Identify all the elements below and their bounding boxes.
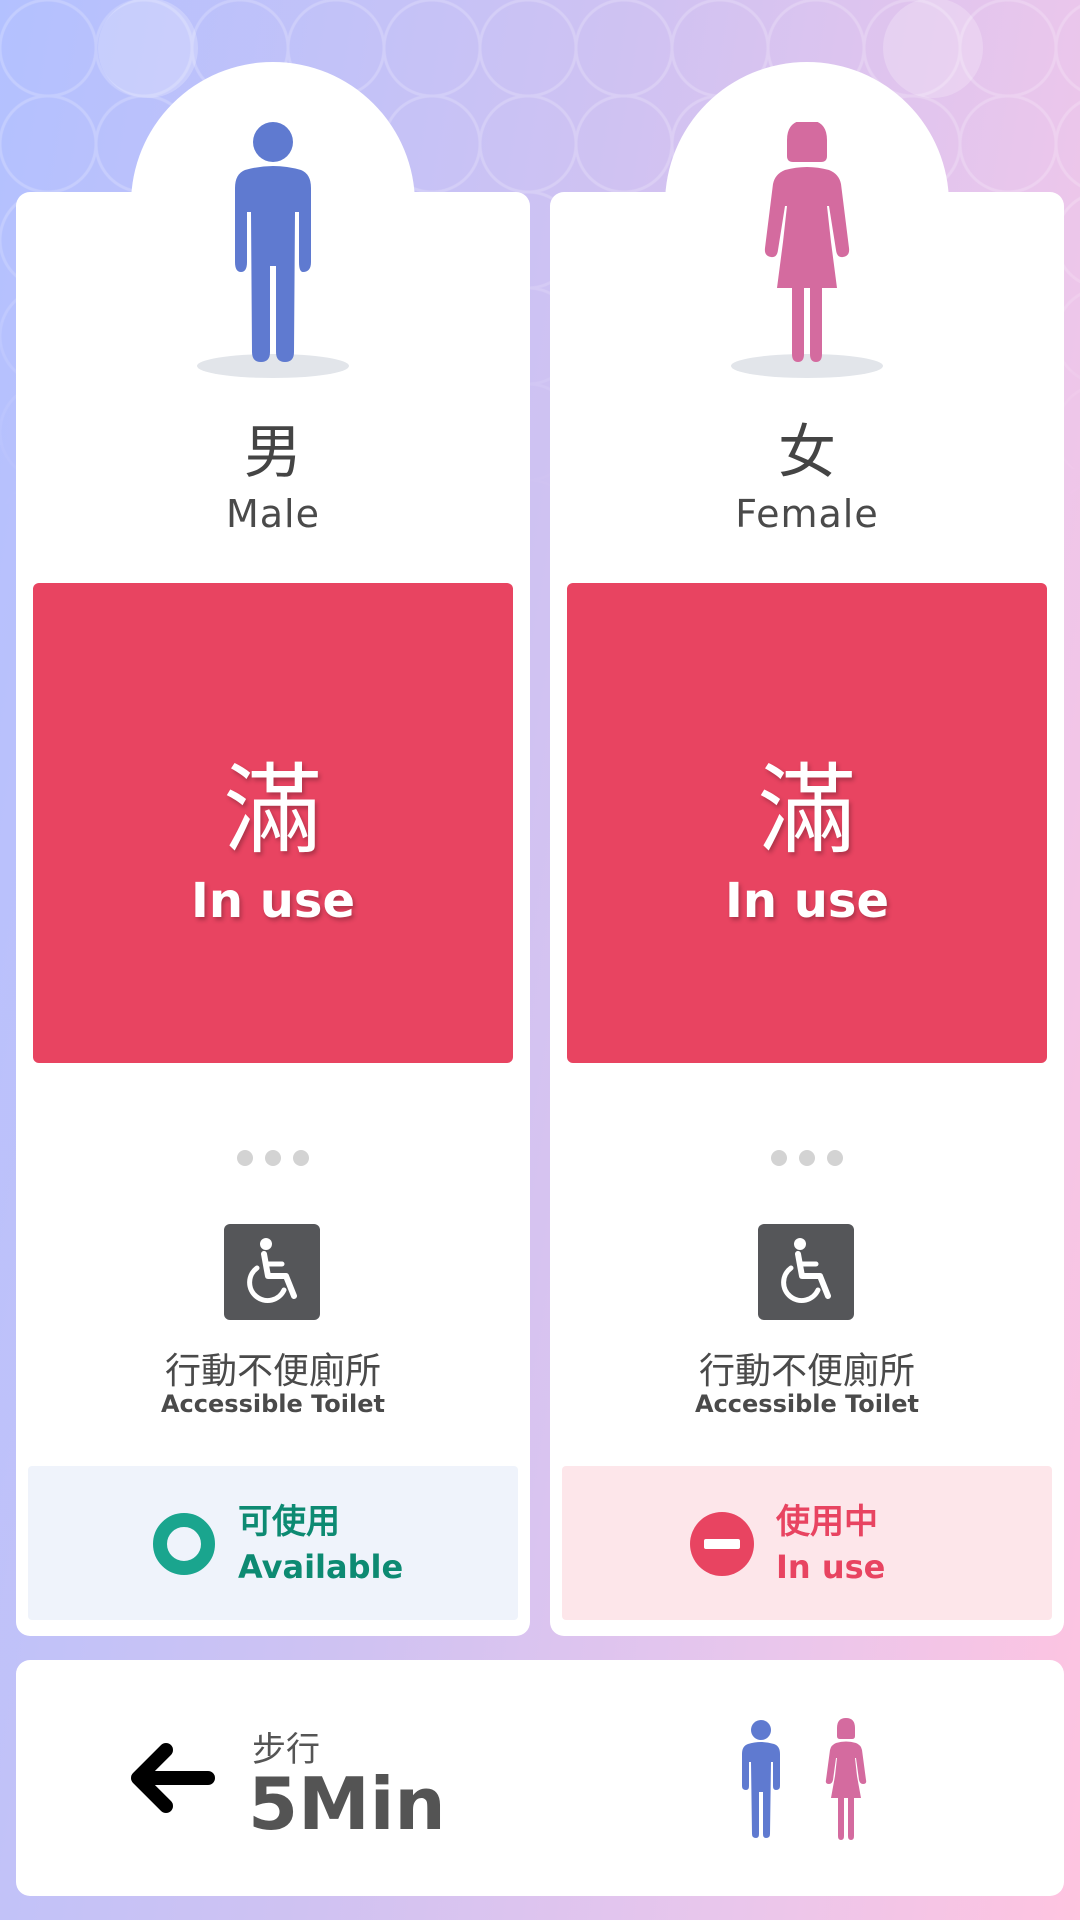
no-entry-icon — [690, 1512, 754, 1576]
male-figure-icon — [197, 122, 349, 378]
accessible-status-box: 可使用 Available — [28, 1466, 518, 1620]
gender-label-zh: 女 — [777, 418, 836, 486]
female-panel: 女 Female 滿 In use 行動不便廁所 Accessible Toil… — [550, 62, 1064, 1636]
accessible-status-zh: 可使用 — [238, 1502, 340, 1542]
pagination-dot — [771, 1150, 787, 1166]
directions-card: 步行 5Min — [16, 1660, 1064, 1896]
occupancy-status-en: In use — [724, 873, 890, 929]
accessible-status-box: 使用中 In use — [562, 1466, 1052, 1620]
male-panel: 男 Male 滿 In use 行動不便廁所 Accessible Toilet… — [16, 62, 530, 1636]
left-arrow-icon — [131, 1743, 215, 1813]
male-mini-icon — [742, 1720, 780, 1838]
occupancy-status-zh: 滿 — [757, 754, 856, 868]
available-ring-icon — [153, 1513, 215, 1575]
background-decoration — [883, 0, 983, 98]
pagination-dot — [237, 1150, 253, 1166]
accessible-status-en: Available — [238, 1548, 404, 1586]
pagination-dots — [550, 1150, 1064, 1170]
accessible-toilet-label-zh: 行動不便廁所 — [164, 1351, 381, 1392]
female-mini-icon — [825, 1718, 867, 1840]
wheelchair-icon — [758, 1224, 854, 1320]
pagination-dot — [293, 1150, 309, 1166]
accessible-toilet-label-en: Accessible Toilet — [694, 1390, 919, 1418]
walk-time: 5Min — [248, 1762, 446, 1846]
gender-label-zh: 男 — [243, 418, 302, 486]
occupancy-status-box: 滿 In use — [33, 583, 513, 1063]
accessible-status-en: In use — [776, 1548, 886, 1586]
female-figure-icon — [731, 122, 883, 378]
gender-label-en: Male — [225, 492, 320, 536]
pagination-dot — [827, 1150, 843, 1166]
accessible-toilet-label-en: Accessible Toilet — [160, 1390, 385, 1418]
pagination-dot — [265, 1150, 281, 1166]
gender-label-en: Female — [735, 492, 879, 536]
background-decoration — [98, 0, 198, 98]
pagination-dots — [16, 1150, 530, 1170]
occupancy-status-en: In use — [190, 873, 356, 929]
wheelchair-icon — [224, 1224, 320, 1320]
pagination-dot — [799, 1150, 815, 1166]
accessible-status-zh: 使用中 — [776, 1502, 878, 1542]
occupancy-status-box: 滿 In use — [567, 583, 1047, 1063]
accessible-toilet-label-zh: 行動不便廁所 — [698, 1351, 915, 1392]
occupancy-status-zh: 滿 — [223, 754, 322, 868]
